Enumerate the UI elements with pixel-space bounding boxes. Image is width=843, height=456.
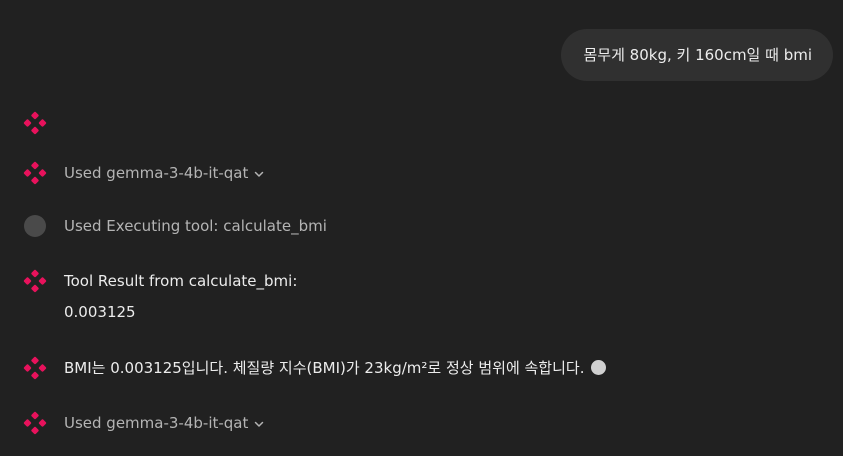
streaming-cursor-icon	[591, 360, 607, 375]
chevron-down-icon[interactable]	[254, 161, 264, 187]
assistant-message: BMI는 0.003125입니다. 체질량 지수(BMI)가 23kg/m²로 …	[22, 355, 823, 381]
flower-logo-icon	[22, 410, 48, 436]
tool-result-message: Tool Result from calculate_bmi: 0.003125	[22, 268, 823, 325]
tool-used-label[interactable]: Used gemma-3-4b-it-qat	[64, 410, 264, 437]
executing-tool-message: Used Executing tool: calculate_bmi	[22, 213, 823, 239]
assistant-message-empty	[22, 110, 823, 136]
flower-logo-icon	[22, 268, 48, 294]
flower-logo-icon	[22, 355, 48, 381]
tool-result-value: 0.003125	[64, 303, 136, 321]
user-message-bubble: 몸무게 80kg, 키 160cm일 때 bmi	[560, 29, 833, 81]
chat-window: 몸무게 80kg, 키 160cm일 때 bmi Used gemma-3-4b…	[0, 0, 843, 456]
tool-used-text: Used gemma-3-4b-it-qat	[64, 164, 249, 182]
tool-result-title: Tool Result from calculate_bmi:	[64, 272, 298, 290]
flower-logo-icon	[22, 110, 48, 136]
tool-result-content: Tool Result from calculate_bmi: 0.003125	[64, 268, 297, 325]
tool-used-message[interactable]: Used gemma-3-4b-it-qat	[22, 410, 823, 437]
flower-logo-icon	[22, 160, 48, 186]
assistant-text-content: BMI는 0.003125입니다. 체질량 지수(BMI)가 23kg/m²로 …	[64, 359, 585, 377]
tool-used-label[interactable]: Used gemma-3-4b-it-qat	[64, 160, 264, 187]
gray-dot-icon	[22, 213, 48, 239]
assistant-text: BMI는 0.003125입니다. 체질량 지수(BMI)가 23kg/m²로 …	[64, 355, 607, 381]
chevron-down-icon[interactable]	[254, 411, 264, 437]
tool-used-text: Used gemma-3-4b-it-qat	[64, 414, 249, 432]
executing-tool-label: Used Executing tool: calculate_bmi	[64, 217, 327, 235]
tool-used-message[interactable]: Used gemma-3-4b-it-qat	[22, 160, 823, 187]
